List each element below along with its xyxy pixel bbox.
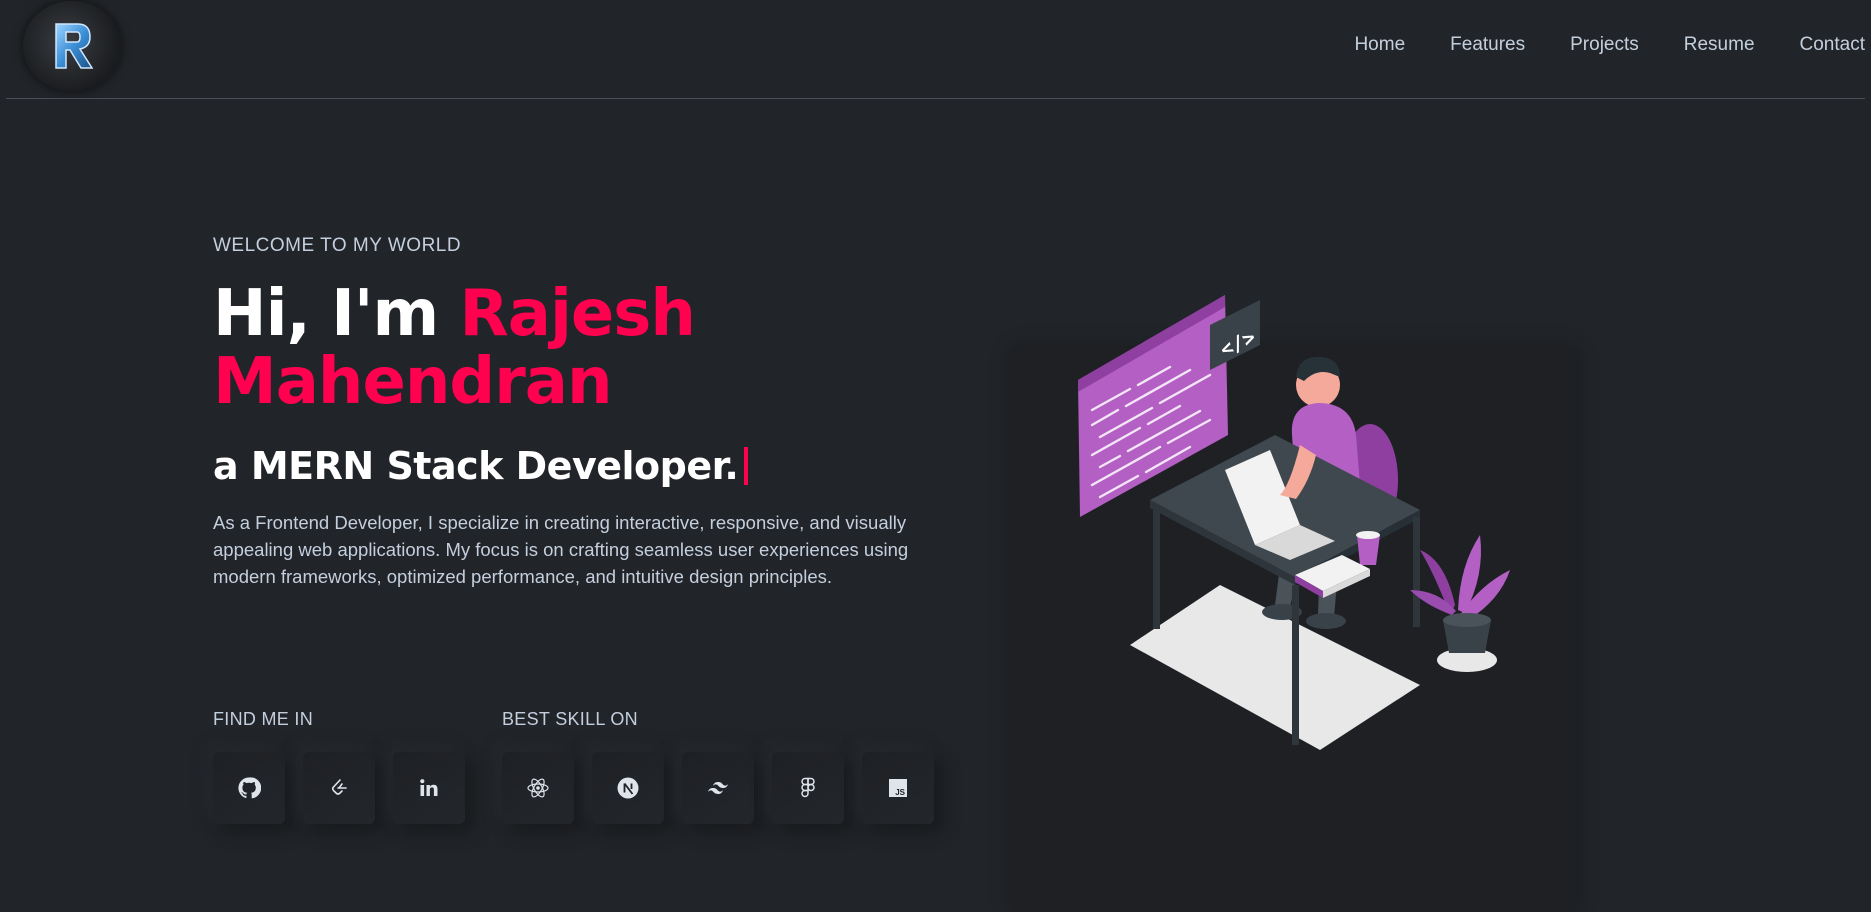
tailwind-icon xyxy=(708,782,728,794)
svg-text:JS: JS xyxy=(895,788,905,797)
name-first: Rajesh xyxy=(459,277,695,351)
name-last: Mahendran xyxy=(213,345,613,419)
logo[interactable] xyxy=(23,1,121,91)
skill-react[interactable] xyxy=(502,752,574,824)
welcome-text: WELCOME TO MY WORLD xyxy=(213,235,462,256)
nextjs-icon xyxy=(617,777,639,799)
nav-contact[interactable]: Contact xyxy=(1800,30,1865,60)
developer-illustration: </> xyxy=(1078,295,1510,750)
main-nav: Home Features Projects Resume Contact xyxy=(1309,30,1865,60)
figma-icon xyxy=(801,777,815,798)
skill-tailwind[interactable] xyxy=(682,752,754,824)
nav-features[interactable]: Features xyxy=(1450,30,1525,60)
leetcode-icon xyxy=(331,779,347,795)
nav-home[interactable]: Home xyxy=(1354,30,1405,60)
github-icon xyxy=(238,777,261,799)
skill-icons: JS xyxy=(502,752,952,824)
skill-nextjs[interactable] xyxy=(592,752,664,824)
potted-plant xyxy=(1410,535,1510,672)
role-text: a MERN Stack Developer. xyxy=(213,444,739,488)
typing-cursor xyxy=(744,446,749,485)
logo-r-icon xyxy=(55,23,94,69)
skill-figma[interactable] xyxy=(772,752,844,824)
nav-projects[interactable]: Projects xyxy=(1570,30,1639,60)
hero-description: As a Frontend Developer, I specialize in… xyxy=(213,512,909,587)
greeting-text: Hi, I'm xyxy=(213,277,460,351)
nav-resume[interactable]: Resume xyxy=(1684,30,1755,60)
leetcode-link[interactable] xyxy=(303,752,375,824)
hero-title: Hi, I'm Rajesh Mahendran xyxy=(213,280,933,416)
github-link[interactable] xyxy=(213,752,285,824)
find-me-label: FIND ME IN xyxy=(213,709,313,729)
skill-javascript[interactable]: JS xyxy=(862,752,934,824)
linkedin-link[interactable] xyxy=(393,752,465,824)
javascript-icon: JS xyxy=(889,779,907,797)
linkedin-icon xyxy=(420,779,438,796)
react-icon xyxy=(527,778,549,798)
role-subtitle: a MERN Stack Developer. xyxy=(213,440,749,492)
best-skill-label: BEST SKILL ON xyxy=(502,709,638,729)
coffee-cup xyxy=(1356,531,1380,565)
social-links xyxy=(213,752,483,824)
site-header: Home Features Projects Resume Contact xyxy=(6,0,1865,99)
